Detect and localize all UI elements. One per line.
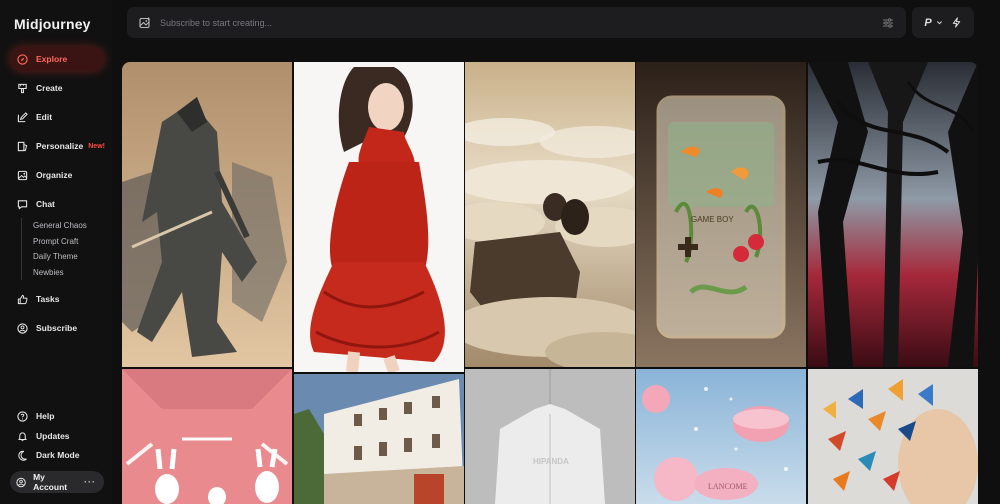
new-badge: New! (88, 142, 105, 150)
chat-channel-prompt-craft[interactable]: Prompt Craft (33, 234, 101, 250)
nav-chat[interactable]: Chat (10, 192, 104, 216)
nav-help-label: Help (36, 411, 55, 421)
nav-updates-label: Updates (36, 431, 70, 441)
white-shirt-image: HIPANDA (465, 369, 635, 504)
app-logo[interactable]: Midjourney (14, 16, 91, 32)
image-prompt-icon[interactable] (139, 17, 151, 29)
pink-macarons-image: LANCOME (636, 369, 806, 504)
account-avatar-icon (16, 477, 26, 487)
gallery-tile-origami-warrior[interactable] (122, 62, 292, 367)
chat-channel-daily-theme[interactable]: Daily Theme (33, 249, 101, 265)
chat-channel-list: General Chaos Prompt Craft Daily Theme N… (21, 218, 101, 281)
create-brush-icon (18, 83, 27, 93)
explore-gallery: GAME BOY HIPANDA LANCOME (122, 62, 978, 504)
nav-personalize[interactable]: Personalize New! (10, 134, 105, 158)
profile-controls: P (912, 7, 974, 38)
nav-organize-label: Organize (36, 170, 73, 180)
profile-initial: P (924, 16, 932, 29)
nav-subscribe[interactable]: Subscribe (10, 316, 104, 340)
gallery-tile-white-shirt[interactable]: HIPANDA (465, 369, 635, 504)
updates-bell-icon (18, 431, 27, 441)
nav-edit-label: Edit (36, 112, 53, 122)
gallery-tile-red-dress-woman[interactable] (294, 62, 464, 372)
nav-tasks-label: Tasks (36, 294, 60, 304)
gallery-tile-aquarium-gameboy[interactable]: GAME BOY (636, 62, 806, 367)
more-options-icon[interactable]: ··· (84, 477, 96, 487)
organize-image-icon (17, 170, 28, 180)
pink-rabbits-image (122, 369, 292, 504)
explore-compass-icon (17, 53, 28, 65)
chevron-down-icon (936, 21, 942, 25)
lightning-icon[interactable] (951, 17, 962, 28)
sidebar: Midjourney Explore Create Edit Personali… (0, 0, 112, 504)
aquarium-gameboy-image: GAME BOY (636, 62, 806, 367)
gallery-tile-pink-rabbits[interactable] (122, 369, 292, 504)
edit-pencil-icon (17, 111, 28, 122)
gallery-tile-white-building[interactable] (294, 374, 464, 504)
nav-dark-mode[interactable]: Dark Mode (10, 443, 104, 467)
tasks-thumbs-up-icon (17, 294, 28, 304)
nav-create[interactable]: Create (10, 76, 104, 100)
dark-mode-moon-icon (18, 450, 27, 461)
red-dress-woman-image (294, 62, 464, 372)
red-forest-image (808, 62, 978, 367)
nav-explore-label: Explore (36, 54, 68, 64)
nav-explore[interactable]: Explore (10, 47, 104, 71)
nav-dark-mode-label: Dark Mode (36, 450, 80, 460)
gallery-tile-pink-macarons[interactable]: LANCOME (636, 369, 806, 504)
white-building-image (294, 374, 464, 504)
help-icon (17, 410, 28, 422)
personalize-icon (17, 141, 28, 151)
profile-switcher-button[interactable]: P (924, 17, 942, 29)
settings-sliders-icon[interactable] (882, 17, 894, 29)
gallery-tile-cloud-couple[interactable] (465, 62, 635, 367)
prompt-input[interactable] (160, 17, 882, 28)
gallery-tile-butterfly-head[interactable] (808, 369, 978, 504)
gameboy-label: GAME BOY (691, 215, 734, 224)
chat-bubble-icon (17, 199, 28, 209)
account-menu-button[interactable]: My Account ··· (10, 471, 104, 493)
butterfly-head-image (808, 369, 978, 504)
nav-create-label: Create (36, 83, 63, 93)
cloud-couple-image (465, 62, 635, 367)
chat-channel-newbies[interactable]: Newbies (33, 265, 101, 281)
nav-tasks[interactable]: Tasks (10, 287, 104, 311)
nav-personalize-label: Personalize (36, 141, 84, 151)
macaron-text: LANCOME (708, 482, 748, 491)
chat-channel-general-chaos[interactable]: General Chaos (33, 218, 101, 234)
account-label: My Account (33, 472, 68, 492)
gallery-tile-red-forest[interactable] (808, 62, 978, 367)
nav-chat-label: Chat (36, 199, 55, 209)
nav-edit[interactable]: Edit (10, 105, 104, 129)
origami-warrior-image (122, 62, 292, 367)
shirt-text: HIPANDA (533, 457, 569, 466)
subscribe-user-icon (17, 322, 28, 334)
prompt-bar (127, 7, 906, 38)
nav-organize[interactable]: Organize (10, 163, 104, 187)
nav-subscribe-label: Subscribe (36, 323, 78, 333)
